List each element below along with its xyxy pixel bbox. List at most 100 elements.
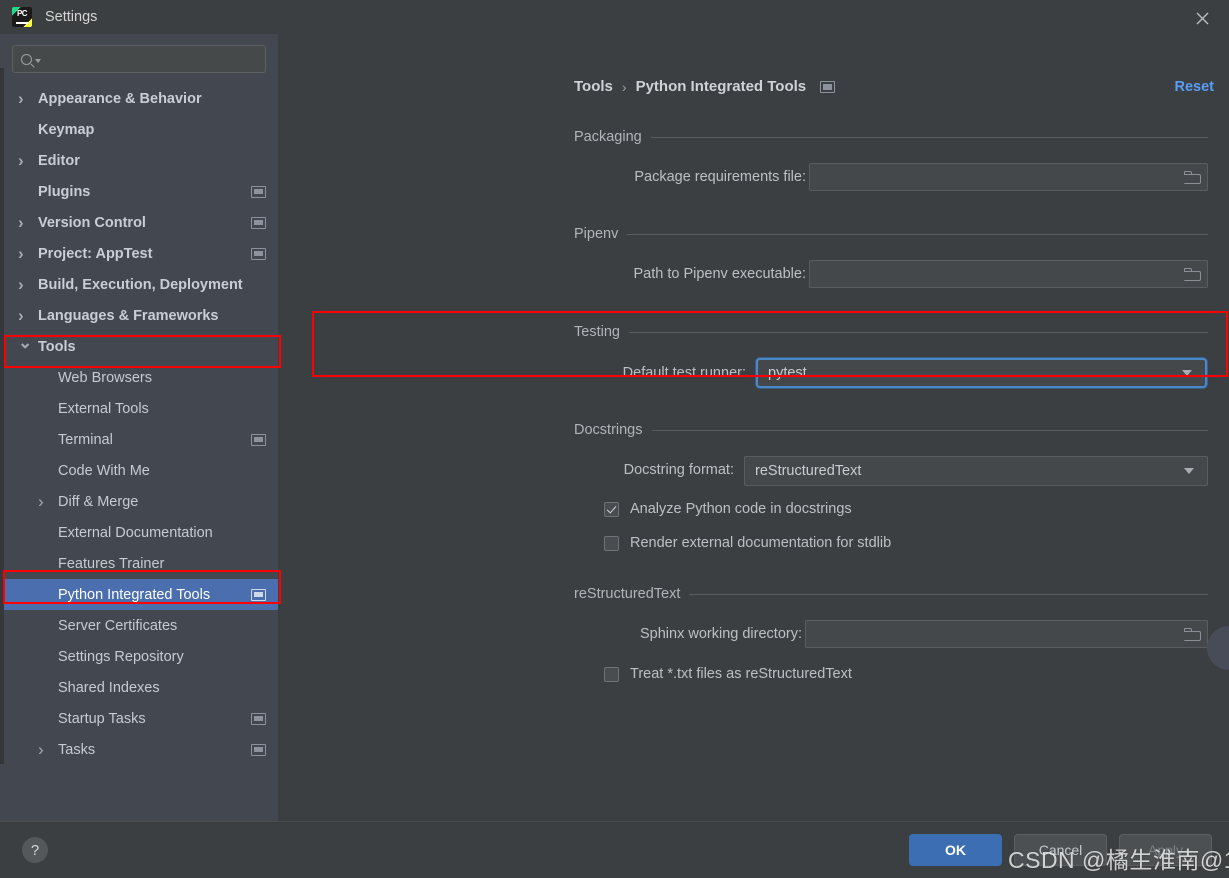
sidebar-item-tools[interactable]: ⌄ Tools xyxy=(0,331,278,362)
package-requirements-field[interactable] xyxy=(809,163,1208,191)
cancel-button[interactable]: Cancel xyxy=(1014,834,1107,866)
search-icon xyxy=(21,53,32,65)
pipenv-path-label: Path to Pipenv executable: xyxy=(633,266,806,282)
reset-link[interactable]: Reset xyxy=(1175,79,1215,95)
chevron-down-icon xyxy=(1184,468,1194,474)
sidebar-item-build-execution-deployment[interactable]: › Build, Execution, Deployment xyxy=(0,269,278,300)
sidebar-item-label: Keymap xyxy=(38,121,95,138)
breadcrumb: Tools › Python Integrated Tools xyxy=(574,78,836,95)
section-testing: Testing xyxy=(574,324,1208,340)
section-divider xyxy=(689,593,1208,595)
sidebar-item-external-tools[interactable]: External Tools xyxy=(0,393,278,424)
project-scope-icon xyxy=(251,743,266,756)
settings-tree: › Appearance & Behavior Keymap › Editor Plugi… xyxy=(0,83,278,765)
sidebar-item-editor[interactable]: › Editor xyxy=(0,145,278,176)
sidebar-item-label: Tasks xyxy=(58,741,96,758)
project-scope-icon xyxy=(251,433,266,446)
breadcrumb-parent[interactable]: Tools xyxy=(574,78,613,95)
default-test-runner-label: Default test runner: xyxy=(622,365,746,381)
sidebar-item-label: External Tools xyxy=(58,400,149,417)
chevron-right-icon[interactable]: › xyxy=(18,89,34,109)
chevron-right-icon[interactable]: › xyxy=(18,275,34,295)
section-divider xyxy=(650,136,1208,138)
ok-button[interactable]: OK xyxy=(909,834,1002,866)
sidebar-item-tasks[interactable]: › Tasks xyxy=(0,734,278,765)
section-docstrings: Docstrings xyxy=(574,422,1208,438)
section-pipenv: Pipenv xyxy=(574,226,1208,242)
analyze-python-code-checkbox-row[interactable]: Analyze Python code in docstrings xyxy=(604,501,852,517)
sidebar-item-label: Appearance & Behavior xyxy=(38,90,202,107)
section-title-restructuredtext: reStructuredText xyxy=(574,586,681,602)
sidebar-item-label: Terminal xyxy=(58,431,113,448)
edge-artifact-circle xyxy=(1207,626,1229,670)
settings-main-panel: Tools › Python Integrated Tools Reset Pa… xyxy=(278,34,1229,821)
render-external-docs-label: Render external documentation for stdlib xyxy=(630,535,892,551)
help-button[interactable]: ? xyxy=(22,837,48,863)
sidebar-item-label: Project: AppTest xyxy=(38,245,153,262)
sidebar-item-python-integrated-tools[interactable]: Python Integrated Tools xyxy=(0,579,278,610)
project-scope-icon xyxy=(251,185,266,198)
project-scope-icon xyxy=(251,588,266,601)
sidebar-item-settings-repository[interactable]: Settings Repository xyxy=(0,641,278,672)
section-title-packaging: Packaging xyxy=(574,129,642,145)
chevron-down-icon[interactable]: ⌄ xyxy=(18,333,34,353)
sidebar-item-label: Web Browsers xyxy=(58,369,153,386)
sidebar-item-label: Python Integrated Tools xyxy=(58,586,211,603)
sidebar-item-label: Tools xyxy=(38,338,76,355)
render-external-docs-checkbox-row[interactable]: Render external documentation for stdlib xyxy=(604,535,891,551)
docstring-format-combo[interactable]: reStructuredText xyxy=(744,456,1208,486)
project-scope-icon xyxy=(251,247,266,260)
render-external-docs-checkbox[interactable] xyxy=(604,535,619,551)
treat-txt-as-rst-checkbox-row[interactable]: Treat *.txt files as reStructuredText xyxy=(604,666,852,682)
analyze-python-code-checkbox[interactable] xyxy=(604,501,619,517)
chevron-right-icon[interactable]: › xyxy=(38,492,54,512)
sidebar-item-appearance-behavior[interactable]: › Appearance & Behavior xyxy=(0,83,278,114)
title-bar: Settings xyxy=(0,0,1229,34)
sidebar-item-external-documentation[interactable]: External Documentation xyxy=(0,517,278,548)
browse-folder-icon[interactable] xyxy=(1184,267,1201,281)
close-glyph xyxy=(1196,12,1208,24)
dialog-footer: ? OK Cancel Apply xyxy=(0,821,1229,878)
section-divider xyxy=(651,429,1208,431)
browse-folder-icon[interactable] xyxy=(1184,170,1201,184)
chevron-right-icon[interactable]: › xyxy=(18,151,34,171)
chevron-right-icon[interactable]: › xyxy=(18,213,34,233)
search-box[interactable] xyxy=(12,45,266,73)
browse-folder-icon[interactable] xyxy=(1184,627,1201,641)
search-input[interactable] xyxy=(41,50,265,68)
sidebar-item-features-trainer[interactable]: Features Trainer xyxy=(0,548,278,579)
section-title-pipenv: Pipenv xyxy=(574,226,619,242)
sidebar-item-plugins[interactable]: Plugins xyxy=(0,176,278,207)
chevron-right-icon[interactable]: › xyxy=(38,740,54,760)
sidebar-item-project-apptest[interactable]: › Project: AppTest xyxy=(0,238,278,269)
sidebar-item-version-control[interactable]: › Version Control xyxy=(0,207,278,238)
chevron-right-icon[interactable]: › xyxy=(18,306,34,326)
section-restructuredtext: reStructuredText xyxy=(574,586,1208,602)
window-title: Settings xyxy=(45,9,98,25)
sphinx-working-directory-field[interactable] xyxy=(805,620,1208,648)
close-icon[interactable] xyxy=(1189,5,1215,31)
default-test-runner-value: pytest xyxy=(768,365,807,381)
sidebar-item-label: Plugins xyxy=(38,183,91,200)
sidebar-item-web-browsers[interactable]: Web Browsers xyxy=(0,362,278,393)
settings-sidebar: › Appearance & Behavior Keymap › Editor Plugi… xyxy=(0,34,278,821)
apply-button[interactable]: Apply xyxy=(1119,834,1212,866)
sidebar-item-keymap[interactable]: Keymap xyxy=(0,114,278,145)
pipenv-path-field[interactable] xyxy=(809,260,1208,288)
sidebar-item-label: Code With Me xyxy=(58,462,150,479)
sidebar-item-shared-indexes[interactable]: Shared Indexes xyxy=(0,672,278,703)
package-requirements-label: Package requirements file: xyxy=(634,169,806,185)
sidebar-item-terminal[interactable]: Terminal xyxy=(0,424,278,455)
sidebar-item-code-with-me[interactable]: Code With Me xyxy=(0,455,278,486)
sidebar-item-diff-merge[interactable]: › Diff & Merge xyxy=(0,486,278,517)
default-test-runner-combo[interactable]: pytest xyxy=(756,358,1207,388)
treat-txt-as-rst-checkbox[interactable] xyxy=(604,666,619,682)
sidebar-item-label: External Documentation xyxy=(58,524,213,541)
sidebar-item-server-certificates[interactable]: Server Certificates xyxy=(0,610,278,641)
sidebar-item-label: Features Trainer xyxy=(58,555,165,572)
section-title-docstrings: Docstrings xyxy=(574,422,643,438)
sidebar-item-startup-tasks[interactable]: Startup Tasks xyxy=(0,703,278,734)
sidebar-item-label: Settings Repository xyxy=(58,648,184,665)
sidebar-item-languages-frameworks[interactable]: › Languages & Frameworks xyxy=(0,300,278,331)
chevron-right-icon[interactable]: › xyxy=(18,244,34,264)
